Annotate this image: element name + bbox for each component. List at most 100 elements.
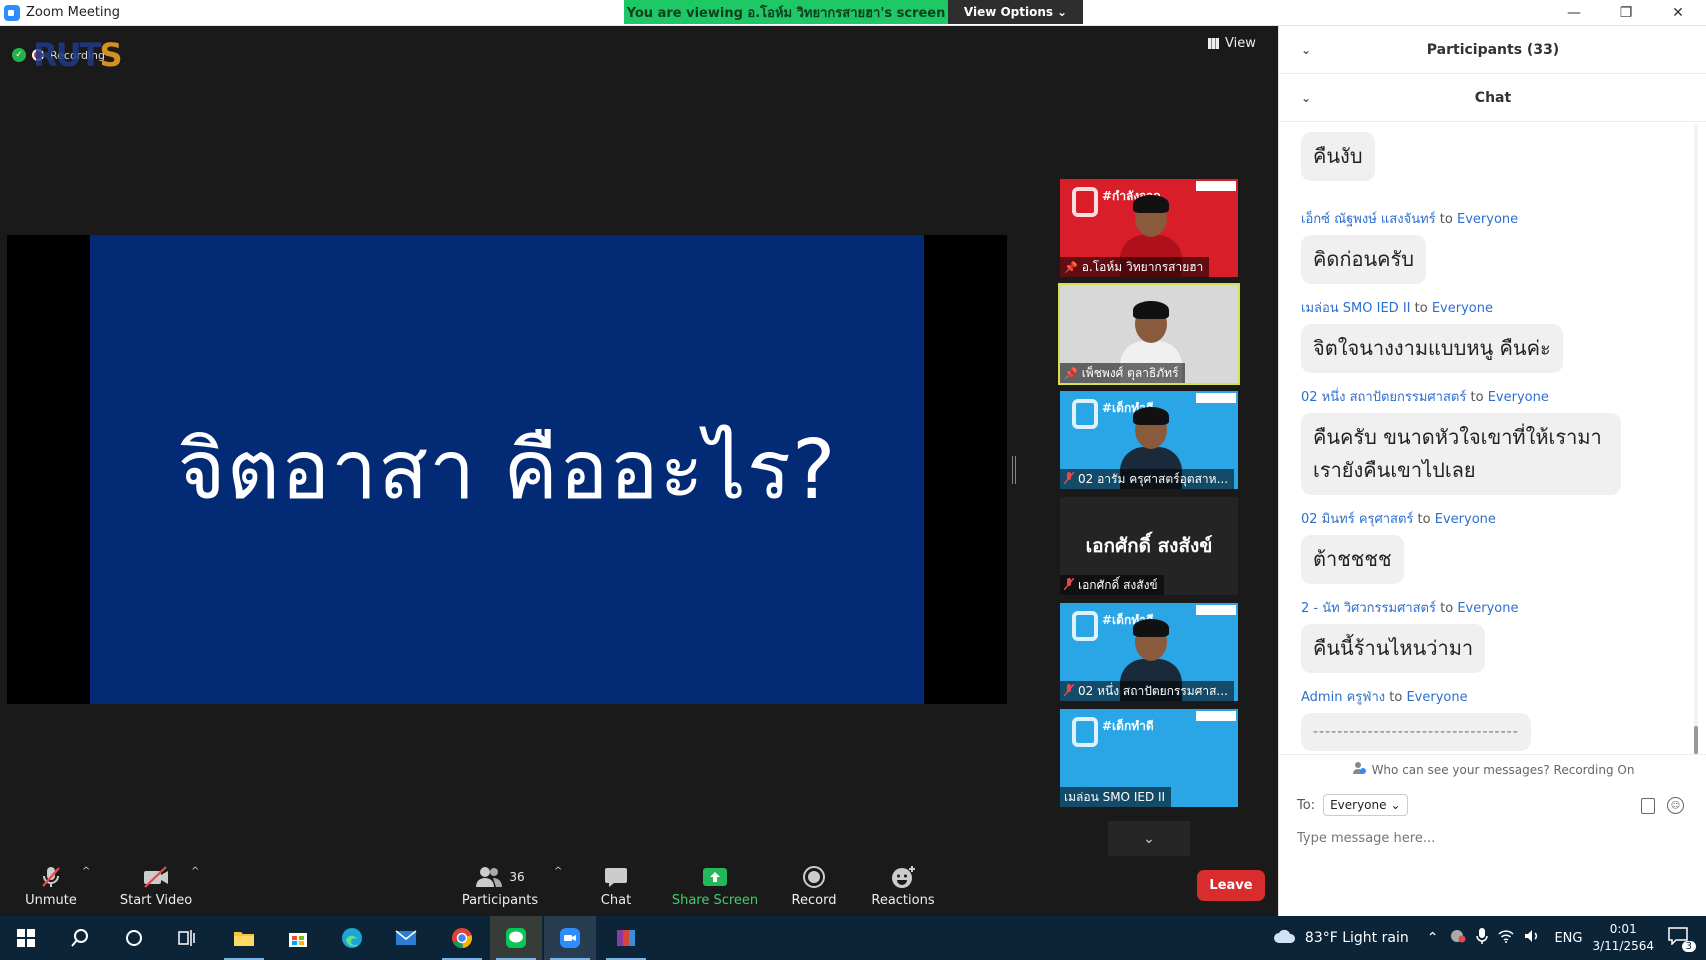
chat-message: 2 - นัท วิศวกรรมศาสตร์ to Everyone คืนนี… (1301, 597, 1518, 673)
unmute-button[interactable]: Unmute (18, 856, 84, 916)
chat-sender[interactable]: 2 - นัท วิศวกรรมศาสตร์ (1301, 601, 1436, 616)
chat-sender-line: 2 - นัท วิศวกรรมศาสตร์ to Everyone (1301, 597, 1518, 618)
windows-start-icon[interactable] (0, 916, 52, 960)
chat-sender[interactable]: เอ็กซ์ ณัฐพงษ์ แสงจันทร์ (1301, 212, 1436, 227)
pin-icon: 📌 (1064, 366, 1078, 380)
scrollbar-thumb[interactable] (1694, 726, 1698, 754)
restore-button[interactable]: ❐ (1600, 0, 1652, 26)
participants-button[interactable]: 36 Participants (460, 856, 540, 916)
leave-button[interactable]: Leave (1197, 870, 1265, 901)
chat-label: Chat (600, 892, 632, 908)
participant-video-tile[interactable]: #เด็กทำดี 02 อารัม ครุศาสตร์อุตสาห... (1060, 391, 1238, 489)
participants-icon-group: 36 (475, 865, 525, 889)
chat-sender-line: เมล่อน SMO IED II to Everyone (1301, 297, 1563, 318)
video-gallery: #กำลังจวด 📌 อ.โอห์ม วิทยากรสายฮา 📌 เพ็ชพงศ์ … (1058, 179, 1240, 815)
start-video-button[interactable]: Start Video (116, 856, 196, 916)
participants-panel-header[interactable]: ⌄ Participants (33) (1279, 26, 1706, 74)
input-language[interactable]: ENG (1554, 931, 1582, 946)
chat-sender[interactable]: เมล่อน SMO IED II (1301, 301, 1411, 316)
muted-mic-icon (1063, 577, 1075, 593)
volume-icon[interactable] (1524, 929, 1540, 947)
share-screen-button[interactable]: Share Screen (670, 856, 760, 916)
split-resize-handle[interactable] (1012, 456, 1016, 484)
person-info-icon (1352, 761, 1366, 778)
view-options-button[interactable]: View Options ⌄ (948, 0, 1083, 24)
chat-to-label: to (1414, 301, 1428, 316)
winrar-app-icon[interactable] (600, 916, 652, 960)
muted-mic-icon (1063, 683, 1075, 699)
search-icon[interactable] (54, 916, 106, 960)
participants-count: 36 (509, 869, 525, 884)
emoji-icon[interactable]: ☺ (1667, 797, 1684, 814)
participant-name-tag: เอกศักดิ์ สงสังข์ (1060, 575, 1164, 595)
share-screen-icon (702, 865, 728, 889)
chat-recipient: Everyone (1434, 512, 1496, 527)
virtual-background-logo (1072, 399, 1098, 429)
chat-to-label: to (1389, 690, 1403, 705)
participant-video-tile[interactable]: #เด็กทำดี 02 หนึ่ง สถาปัตยกรรมศาส... (1060, 603, 1238, 701)
mail-icon[interactable] (380, 916, 432, 960)
recording-indicator: ✓ Recording RUTS (12, 36, 123, 74)
chat-sender[interactable]: Admin ครูฟ่าง (1301, 690, 1385, 705)
chat-sender[interactable]: 02 หนึ่ง สถาปัตยกรรมศาสตร์ (1301, 390, 1466, 405)
wifi-icon[interactable] (1498, 929, 1514, 947)
participant-video-tile[interactable]: 📌 เพ็ชพงศ์ ตุลาธิภัทร์ (1058, 283, 1240, 385)
line-app-icon[interactable] (490, 916, 542, 960)
unmute-label: Unmute (25, 892, 77, 908)
participant-video-tile[interactable]: #กำลังจวด 📌 อ.โอห์ม วิทยากรสายฮา (1060, 179, 1238, 277)
chat-scrollbar[interactable] (1694, 124, 1698, 754)
microphone-icon[interactable] (1476, 928, 1489, 948)
chat-message-input[interactable] (1297, 826, 1687, 850)
record-button[interactable]: Record (784, 856, 844, 916)
participant-name-tag: 📌 อ.โอห์ม วิทยากรสายฮา (1060, 257, 1210, 277)
chat-bubble: จิตใจนางงามแบบหนู คืนค่ะ (1301, 324, 1563, 373)
chat-panel-header[interactable]: ⌄ Chat (1279, 74, 1706, 122)
chrome-browser-icon[interactable] (436, 916, 488, 960)
view-button[interactable]: View (1208, 36, 1256, 51)
microsoft-store-icon[interactable] (272, 916, 324, 960)
edge-browser-icon[interactable] (326, 916, 378, 960)
clock[interactable]: 0:01 3/11/2564 (1592, 921, 1654, 955)
system-tray: 83°F Light rain ⌃ ENG 0:01 3/11/2564 3 (1273, 916, 1706, 960)
close-button[interactable]: ✕ (1652, 0, 1704, 26)
chat-sender-line: เอ็กซ์ ณัฐพงษ์ แสงจันทร์ to Everyone (1301, 208, 1518, 229)
chat-to-label: to (1440, 601, 1454, 616)
participant-video-tile[interactable]: เอกศักดิ์ สงสังข์ เอกศักดิ์ สงสังข์ (1060, 497, 1238, 595)
video-options-caret[interactable]: ^ (191, 866, 199, 877)
recipient-select[interactable]: Everyone ⌄ (1323, 794, 1408, 816)
chat-sender-line: Admin ครูฟ่าง to Everyone (1301, 686, 1531, 707)
participants-options-caret[interactable]: ^ (554, 866, 562, 877)
reactions-button[interactable]: Reactions (866, 856, 940, 916)
minimize-button[interactable]: — (1548, 0, 1600, 26)
participants-label: Participants (461, 892, 539, 908)
chat-message: 02 มินทร์ ครุศาสตร์ to Everyone ต้าชชชช (1301, 508, 1496, 584)
cortana-icon[interactable] (108, 916, 160, 960)
reactions-smiley-icon (890, 865, 916, 889)
gallery-scroll-down-button[interactable]: ⌄ (1108, 821, 1190, 857)
security-shield-icon: ✓ (12, 48, 26, 62)
audio-options-caret[interactable]: ^ (82, 866, 90, 877)
slide-headline: จิตอาสา คืออะไร? (177, 422, 837, 518)
chat-button[interactable]: Chat (585, 856, 647, 916)
weather-cloud-icon[interactable] (1273, 928, 1297, 948)
virtual-background-hashtag: #เด็กทำดี (1102, 719, 1154, 733)
file-attach-icon[interactable] (1641, 798, 1655, 814)
chat-bubble: คิดก่อนครับ (1301, 235, 1426, 284)
message-visibility-notice[interactable]: Who can see your messages? Recording On (1279, 754, 1706, 784)
network-alert-icon[interactable] (1450, 929, 1466, 947)
participant-video-tile[interactable]: #เด็กทำดี เมล่อน SMO IED II (1060, 709, 1238, 807)
record-icon (802, 865, 826, 889)
notifications-icon[interactable]: 3 (1668, 927, 1696, 952)
recipient-row: To: Everyone ⌄ (1297, 794, 1408, 816)
chat-sender[interactable]: 02 มินทร์ ครุศาสตร์ (1301, 512, 1413, 527)
zoom-app-icon[interactable] (544, 916, 596, 960)
chat-message: คืนงับ (1301, 126, 1375, 181)
participant-name-tag: 02 อารัม ครุศาสตร์อุตสาห... (1060, 469, 1235, 489)
file-explorer-icon[interactable] (218, 916, 270, 960)
participant-display-name: เอกศักดิ์ สงสังข์ (1085, 535, 1213, 557)
weather-text[interactable]: 83°F Light rain (1305, 930, 1409, 946)
task-view-icon[interactable] (160, 916, 212, 960)
chat-message: Admin ครูฟ่าง to Everyone --------------… (1301, 686, 1531, 751)
to-label: To: (1297, 797, 1316, 813)
chevron-up-icon[interactable]: ⌃ (1427, 930, 1439, 946)
